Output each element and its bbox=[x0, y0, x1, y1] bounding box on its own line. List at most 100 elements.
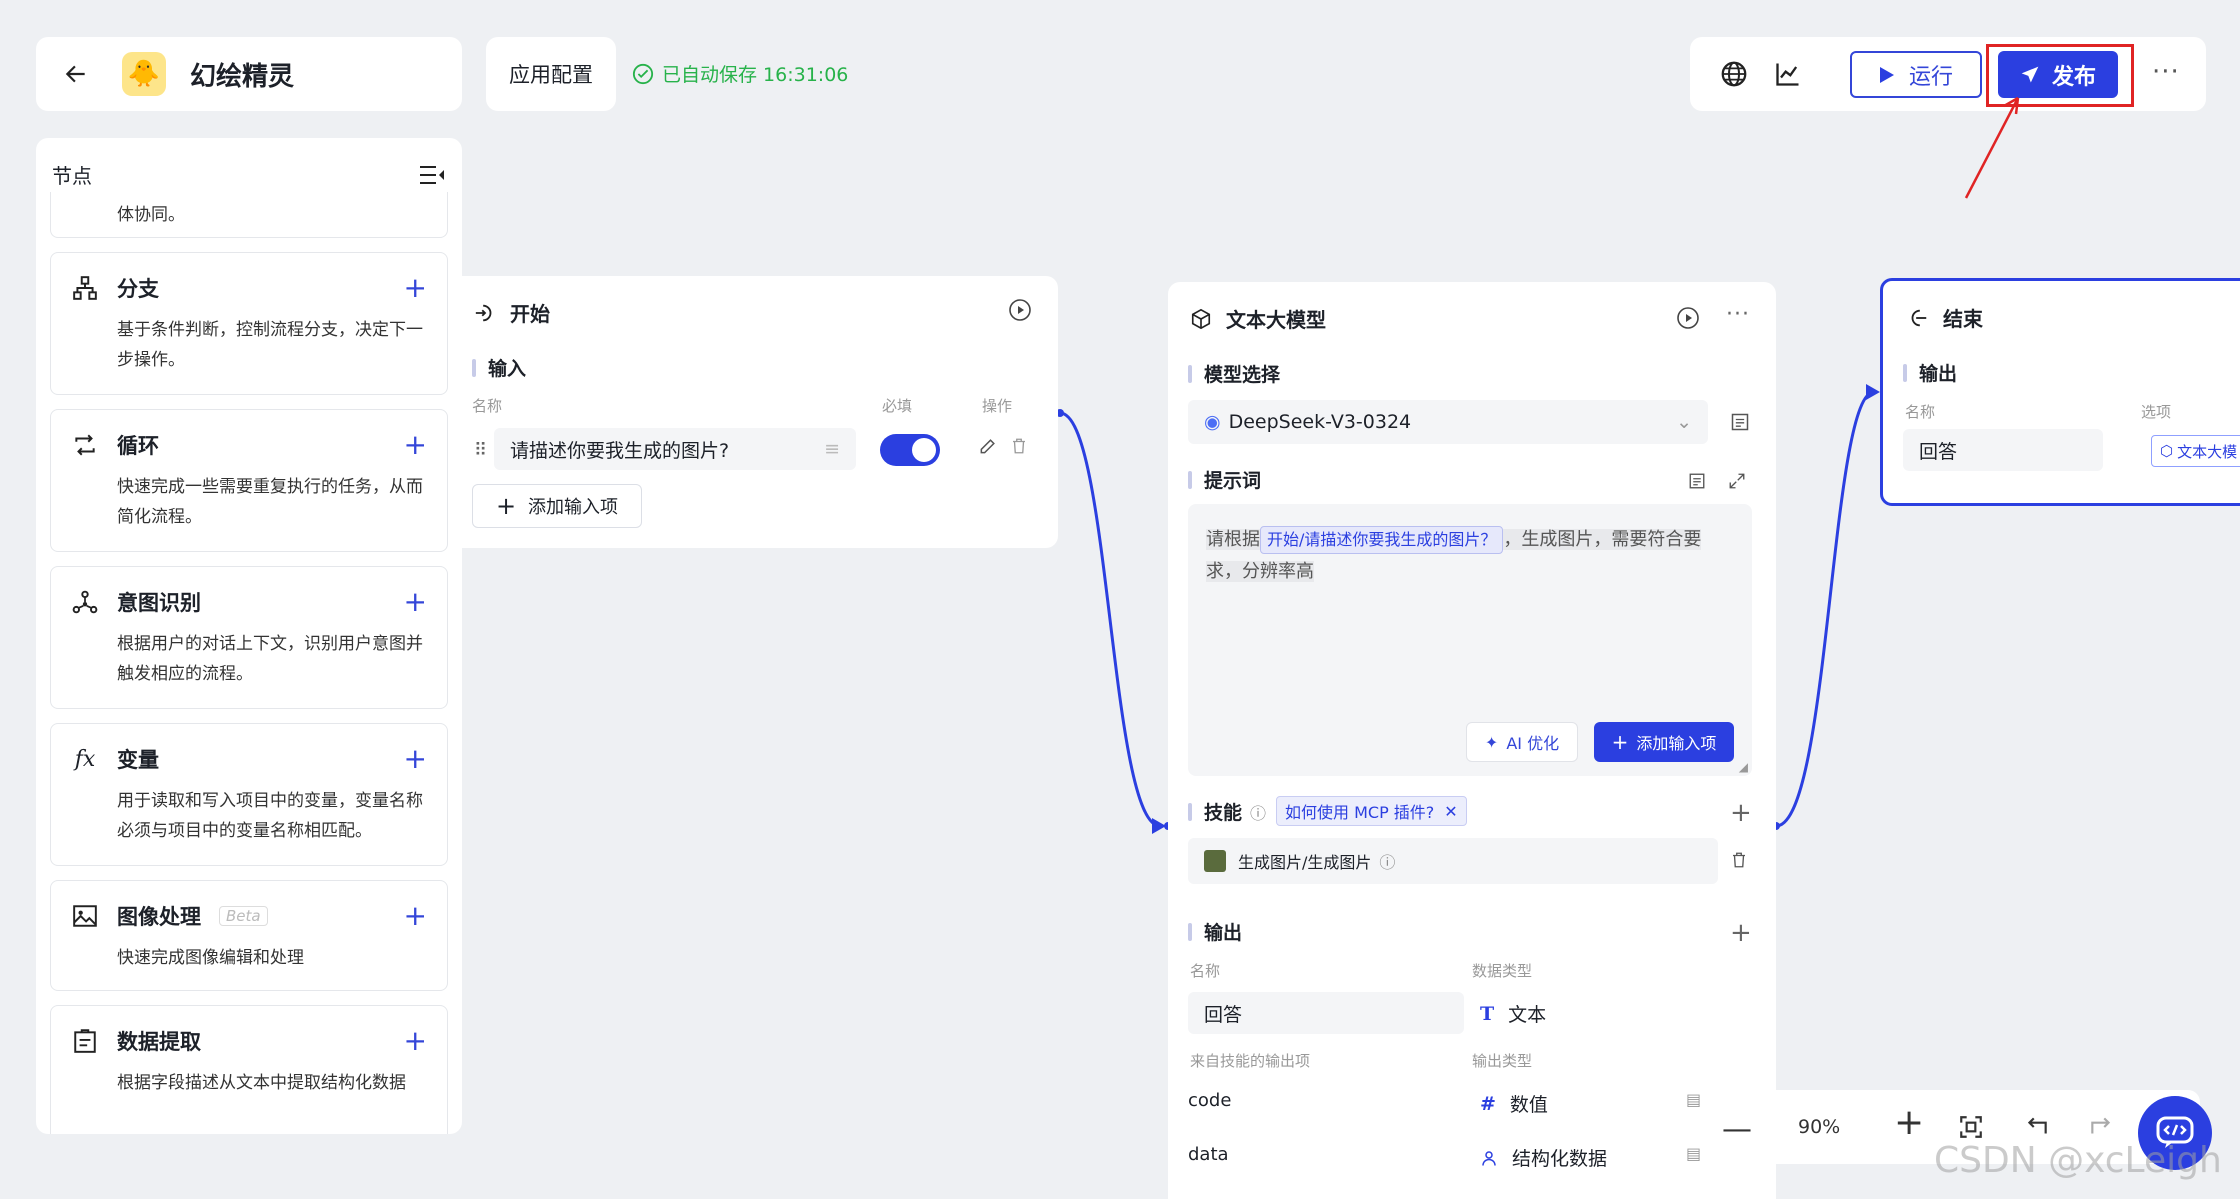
prompt-text[interactable]: 请根据 开始/请描述你要我生成的图片？ ，生成图片，需要符合要求，分辨率高 bbox=[1206, 524, 1734, 588]
node-list: 体协同。 分支 + 基于条件判断，控制流程分支，决定下一步操作。 循环 + 快速… bbox=[50, 192, 448, 1134]
info-icon[interactable]: ⓘ bbox=[1379, 849, 1395, 873]
plus-icon: + bbox=[1611, 730, 1629, 754]
output-type-cell[interactable]: T 文本 bbox=[1480, 1000, 1546, 1027]
close-icon[interactable]: ✕ bbox=[1444, 802, 1457, 821]
input-name-field[interactable]: 请描述你要我生成的图片? ≡ bbox=[494, 428, 856, 470]
add-data-extract-button[interactable]: + bbox=[404, 1024, 427, 1057]
end-title-text: 结束 bbox=[1943, 307, 1983, 331]
sidebar-item-data-extract[interactable]: 数据提取 + 根据字段描述从文本中提取结构化数据 bbox=[50, 1005, 448, 1134]
input-name-value: 请描述你要我生成的图片? bbox=[510, 439, 730, 462]
required-toggle[interactable] bbox=[880, 434, 940, 466]
prompt-editor[interactable]: 请根据 开始/请描述你要我生成的图片？ ，生成图片，需要符合要求，分辨率高 ✦ AI… bbox=[1188, 504, 1752, 776]
globe-settings-icon[interactable] bbox=[1714, 54, 1754, 94]
beta-badge: Beta bbox=[219, 906, 268, 926]
app-config-tab[interactable]: 应用配置 bbox=[486, 37, 616, 111]
trash-icon[interactable] bbox=[1730, 850, 1748, 870]
skill-output-name: data bbox=[1188, 1144, 1229, 1165]
end-output-section-label: 输出 bbox=[1903, 359, 1957, 386]
ai-optimize-label: AI 优化 bbox=[1506, 734, 1560, 753]
details-icon[interactable]: ▤ bbox=[1686, 1144, 1701, 1163]
node-description: 用于读取和写入项目中的变量，变量名称必须与项目中的变量名称相匹配。 bbox=[117, 791, 423, 841]
llm-node[interactable]: 文本大模型 ··· 模型选择 ◉ DeepSeek-V3-0324 ⌄ 提示词 … bbox=[1168, 282, 1776, 1199]
expand-icon[interactable] bbox=[1728, 472, 1746, 490]
add-loop-button[interactable]: + bbox=[404, 428, 427, 461]
sidebar-item-loop[interactable]: 循环 + 快速完成一些需要重复执行的任务，从而简化流程。 bbox=[50, 409, 448, 552]
skill-item[interactable]: 生成图片/生成图片 ⓘ bbox=[1188, 838, 1718, 884]
extract-icon bbox=[71, 1027, 99, 1055]
line-chart-icon[interactable] bbox=[1768, 54, 1808, 94]
run-label: 运行 bbox=[1908, 64, 1953, 90]
text-align-icon: ≡ bbox=[824, 438, 840, 460]
sidebar-title: 节点 bbox=[52, 164, 92, 188]
trash-icon[interactable] bbox=[1010, 436, 1028, 456]
autosave-status: 已自动保存 16:31:06 bbox=[632, 60, 848, 87]
start-node-title: 开始 bbox=[474, 298, 550, 327]
end-node[interactable]: 结束 输出 名称 选项 回答 ⬡ 文本大模 bbox=[1880, 278, 2240, 506]
skill-outputs-label: 来自技能的输出项 bbox=[1190, 1052, 1311, 1070]
image-icon bbox=[71, 902, 99, 930]
edit-icon[interactable] bbox=[978, 436, 998, 456]
play-circle-icon[interactable] bbox=[1008, 298, 1032, 322]
source-option-chip[interactable]: ⬡ 文本大模 bbox=[2151, 435, 2240, 467]
output-name-field[interactable]: 回答 bbox=[1188, 992, 1464, 1034]
node-name: 分支 bbox=[117, 277, 159, 301]
drag-handle-icon[interactable]: ⠿ bbox=[474, 440, 487, 461]
start-node[interactable]: 开始 输入 名称 必填 操作 ⠿ 请描述你要我生成的图片? ≡ + 添加输入项 bbox=[462, 276, 1058, 548]
add-prompt-input-button[interactable]: + 添加输入项 bbox=[1594, 722, 1734, 762]
sidebar-item-variable[interactable]: fx 变量 + 用于读取和写入项目中的变量，变量名称必须与项目中的变量名称相匹配… bbox=[50, 723, 448, 866]
node-description: 根据字段描述从文本中提取结构化数据 bbox=[117, 1073, 406, 1093]
end-output-name-field[interactable]: 回答 bbox=[1903, 429, 2103, 471]
template-icon[interactable] bbox=[1688, 472, 1706, 490]
start-title-text: 开始 bbox=[510, 302, 550, 326]
skill-output-type-value: 结构化数据 bbox=[1512, 1148, 1608, 1170]
variable-chip[interactable]: 开始/请描述你要我生成的图片？ bbox=[1260, 526, 1504, 554]
number-type-icon: # bbox=[1480, 1092, 1496, 1115]
add-image-processing-button[interactable]: + bbox=[404, 899, 427, 932]
app-title-card: 🐥 幻绘精灵 bbox=[36, 37, 462, 111]
input-section-label: 输入 bbox=[472, 354, 526, 381]
sidebar-header: 节点 bbox=[52, 160, 446, 189]
output-type-value: 文本 bbox=[1508, 1004, 1547, 1026]
skill-output-type-value: 数值 bbox=[1509, 1094, 1548, 1116]
settings-list-icon[interactable] bbox=[1730, 412, 1750, 432]
add-input-item-button[interactable]: + 添加输入项 bbox=[472, 484, 642, 528]
more-options-button[interactable]: ··· bbox=[2152, 57, 2180, 87]
node-description: 快速完成图像编辑和处理 bbox=[117, 948, 304, 968]
fit-view-icon[interactable] bbox=[1958, 1114, 1984, 1140]
watermark: CSDN @xcLeigh bbox=[1934, 1140, 2222, 1181]
ai-optimize-button[interactable]: ✦ AI 优化 bbox=[1466, 722, 1578, 762]
redo-icon[interactable] bbox=[2088, 1114, 2114, 1140]
col-type-label: 数据类型 bbox=[1472, 962, 1533, 980]
branch-icon bbox=[71, 274, 99, 302]
details-icon[interactable]: ▤ bbox=[1686, 1090, 1701, 1109]
sidebar-item-image-processing[interactable]: 图像处理 Beta + 快速完成图像编辑和处理 bbox=[50, 880, 448, 991]
more-icon[interactable]: ··· bbox=[1726, 302, 1750, 327]
resize-handle-icon[interactable]: ◢ bbox=[1739, 760, 1748, 774]
info-icon[interactable]: ⓘ bbox=[1250, 800, 1266, 824]
mcp-help-chip[interactable]: 如何使用 MCP 插件? ✕ bbox=[1276, 796, 1467, 826]
add-variable-button[interactable]: + bbox=[404, 742, 427, 775]
undo-icon[interactable] bbox=[2024, 1114, 2050, 1140]
add-intent-button[interactable]: + bbox=[404, 585, 427, 618]
output-section-label: 输出 bbox=[1188, 918, 1242, 945]
prompt-section-label: 提示词 bbox=[1188, 466, 1261, 493]
play-circle-icon[interactable] bbox=[1676, 306, 1700, 330]
add-output-button[interactable]: + bbox=[1730, 918, 1752, 948]
add-branch-button[interactable]: + bbox=[404, 271, 427, 304]
app-name: 幻绘精灵 bbox=[190, 61, 295, 92]
sidebar-item-branch[interactable]: 分支 + 基于条件判断，控制流程分支，决定下一步操作。 bbox=[50, 252, 448, 395]
collapse-menu-icon[interactable] bbox=[418, 164, 446, 186]
zoom-level: 90% bbox=[1798, 1116, 1841, 1138]
sidebar-item-intent[interactable]: 意图识别 + 根据用户的对话上下文，识别用户意图并触发相应的流程。 bbox=[50, 566, 448, 709]
back-arrow-icon[interactable] bbox=[58, 56, 94, 92]
model-select[interactable]: ◉ DeepSeek-V3-0324 ⌄ bbox=[1188, 400, 1708, 444]
node-name: 意图识别 bbox=[117, 591, 201, 615]
node-description: 快速完成一些需要重复执行的任务，从而简化流程。 bbox=[117, 477, 423, 527]
loop-icon bbox=[71, 431, 99, 459]
person-icon bbox=[1480, 1149, 1498, 1167]
node-description: 基于条件判断，控制流程分支，决定下一步操作。 bbox=[117, 320, 423, 370]
zoom-out-button[interactable]: — bbox=[1722, 1112, 1752, 1147]
add-skill-button[interactable]: + bbox=[1730, 798, 1752, 828]
zoom-in-button[interactable]: + bbox=[1894, 1102, 1924, 1143]
play-icon bbox=[1879, 66, 1895, 84]
